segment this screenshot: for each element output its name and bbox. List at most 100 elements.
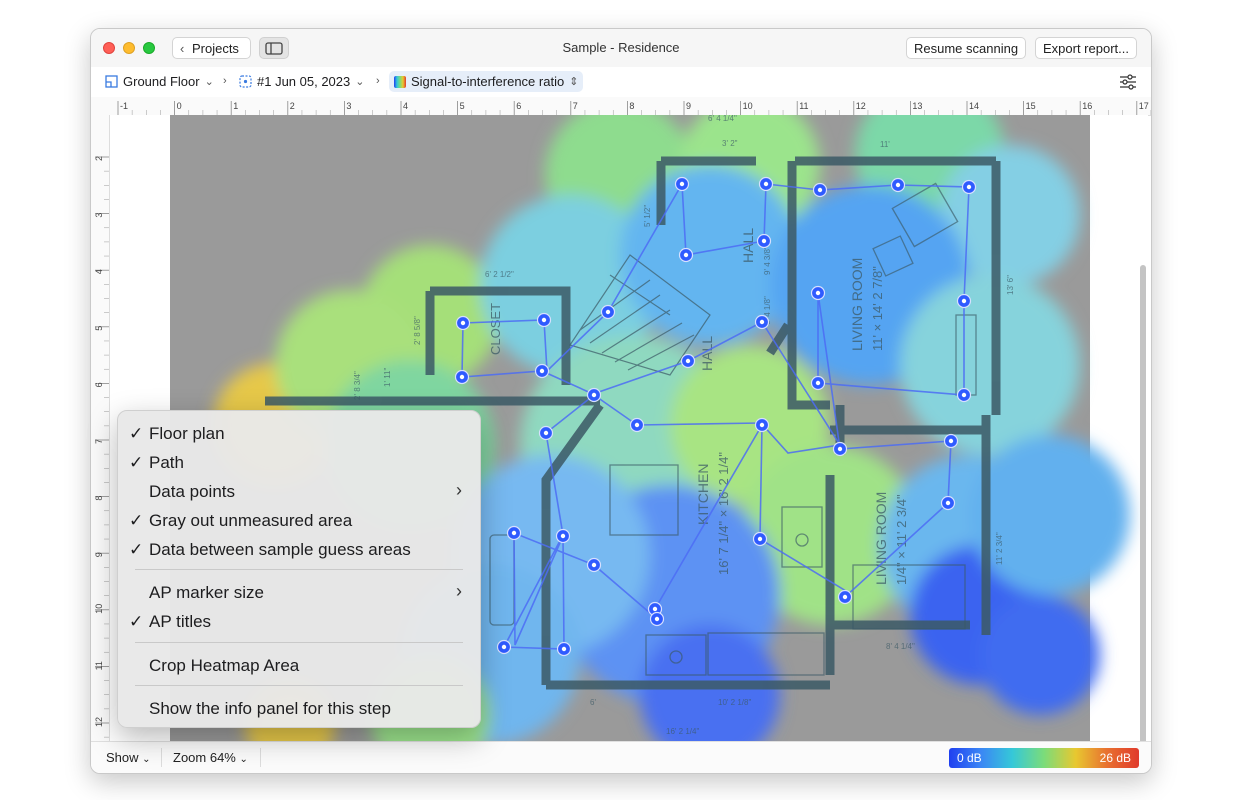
bottom-divider (260, 748, 261, 767)
scan-icon (239, 75, 252, 88)
scan-label: #1 Jun 05, 2023 (257, 74, 351, 89)
scan-selector[interactable]: #1 Jun 05, 2023 ⌄ (239, 74, 364, 89)
data-point-center (634, 422, 640, 428)
chevron-down-icon: ⌄ (239, 754, 248, 765)
show-options-menu: ✓ Floor plan ✓ Path Data points › ✓ Gray… (117, 410, 481, 728)
top-ruler: -1 0 1 2 3 4 5 6 7 8 9 10 11 12 13 14 15 16 17 (91, 97, 1151, 116)
room-living-upper-size: 11' × 14' 2 7/8" (870, 266, 885, 351)
data-point-center (501, 644, 507, 650)
show-menu-button[interactable]: Show ⌄ (106, 750, 151, 765)
data-point-center (511, 530, 517, 536)
ruler-label: 4 (94, 269, 104, 274)
ruler-label: 5 (460, 101, 465, 111)
rainbow-icon (394, 75, 406, 88)
floor-icon (105, 75, 118, 88)
ruler-label: 2 (94, 156, 104, 161)
data-point-center (685, 358, 691, 364)
ruler-label: 9 (686, 101, 691, 111)
dim-hall-a: 9' 4 3/8" (763, 246, 772, 275)
legend-max: 26 dB (1099, 751, 1131, 765)
menu-item-floor-plan[interactable]: ✓ Floor plan (118, 419, 480, 448)
dim-right-lower: 11' 2 3/4" (995, 532, 1004, 565)
ruler-label: 16 (1082, 101, 1092, 111)
ruler-label: 10 (743, 101, 753, 111)
data-point-center (683, 252, 689, 258)
menu-item-info-panel[interactable]: Show the info panel for this step (118, 694, 480, 723)
menu-separator (135, 569, 463, 570)
checkmark-icon: ✓ (129, 612, 144, 631)
menu-item-ap-marker-size[interactable]: AP marker size › (118, 578, 480, 607)
dim-top-living: 11' (880, 140, 890, 149)
data-point-center (679, 181, 685, 187)
chevron-right-icon: › (223, 75, 227, 87)
ruler-label: 7 (94, 439, 104, 444)
floor-selector[interactable]: Ground Floor ⌄ (105, 74, 214, 89)
visualization-label: Signal-to-interference ratio (411, 74, 565, 89)
resume-scanning-button[interactable]: Resume scanning (906, 37, 1027, 59)
sliders-icon[interactable] (1119, 74, 1137, 90)
dim-right-living: 13' 6" (1006, 275, 1015, 295)
breadcrumb: Ground Floor ⌄ › #1 Jun 05, 2023 ⌄ › Sig… (91, 67, 1151, 98)
bottom-divider (161, 748, 162, 767)
ruler-label: 13 (912, 101, 922, 111)
visualization-selector[interactable]: Signal-to-interference ratio ⇕ (389, 71, 584, 92)
data-point-center (759, 422, 765, 428)
data-point-center (815, 290, 821, 296)
ruler-label: -1 (120, 101, 128, 111)
dim-hall-small: 5' 1/2" (643, 205, 652, 227)
dim-bottom-right: 8' 4 1/4" (886, 642, 915, 651)
legend-min: 0 dB (957, 751, 982, 765)
bottom-toolbar: Show ⌄ Zoom 64% ⌄ 0 dB 26 dB (91, 741, 1151, 773)
data-point-center (561, 646, 567, 652)
data-point-center (459, 374, 465, 380)
data-point-center (757, 536, 763, 542)
vertical-scrollbar[interactable] (1140, 265, 1146, 741)
data-point-center (543, 430, 549, 436)
zoom-menu-button[interactable]: Zoom 64% ⌄ (173, 750, 248, 765)
data-point-center (817, 187, 823, 193)
chevron-down-icon: ⌄ (204, 76, 214, 88)
chevron-right-icon: › (456, 581, 462, 601)
data-point-center (654, 616, 660, 622)
room-living-lower: LIVING ROOM (873, 492, 889, 585)
ruler-label: 2 (290, 101, 295, 111)
ruler-label: 0 (177, 101, 182, 111)
dim-closet: 6' 2 1/2" (485, 270, 514, 279)
menu-item-path[interactable]: ✓ Path (118, 448, 480, 477)
ruler-label: 12 (94, 717, 104, 727)
room-living-upper: LIVING ROOM (849, 258, 865, 351)
dim-top-hall: 6' 4 1/4" (708, 115, 737, 123)
ruler-label: 6 (94, 382, 104, 387)
ruler-label: 8 (94, 496, 104, 501)
menu-item-crop-heatmap[interactable]: Crop Heatmap Area (118, 651, 480, 680)
ruler-label: 10 (94, 604, 104, 614)
menu-separator (135, 642, 463, 643)
dim-door: 3' 2" (722, 139, 738, 148)
menu-item-ap-titles[interactable]: ✓ AP titles (118, 607, 480, 636)
data-point-center (961, 392, 967, 398)
menu-item-data-points[interactable]: Data points › (118, 477, 480, 506)
ruler-label: 7 (573, 101, 578, 111)
ruler-label: 8 (629, 101, 634, 111)
checkmark-icon: ✓ (129, 540, 144, 559)
export-report-button[interactable]: Export report... (1035, 37, 1137, 59)
menu-separator (135, 685, 463, 686)
room-kitchen-size: 16' 7 1/4" × 16' 2 1/4" (716, 452, 731, 575)
data-point-center (605, 309, 611, 315)
room-closet: CLOSET (488, 303, 503, 355)
menu-item-gray-out[interactable]: ✓ Gray out unmeasured area (118, 506, 480, 535)
floor-label: Ground Floor (123, 74, 200, 89)
ruler-label: 11 (799, 101, 808, 111)
data-point-center (460, 320, 466, 326)
dim-bottom-left: 6' (590, 698, 596, 707)
ruler-label: 3 (94, 213, 104, 218)
checkmark-icon: ✓ (129, 453, 144, 472)
chevron-right-icon: › (456, 480, 462, 500)
data-point-center (560, 533, 566, 539)
dim-small-b: 2' 8 3/4" (353, 371, 362, 400)
chevron-right-icon: › (376, 75, 380, 87)
data-point-center (591, 562, 597, 568)
menu-item-data-between[interactable]: ✓ Data between sample guess areas (118, 535, 480, 564)
color-legend: 0 dB 26 dB (949, 748, 1139, 768)
data-point-center (539, 368, 545, 374)
